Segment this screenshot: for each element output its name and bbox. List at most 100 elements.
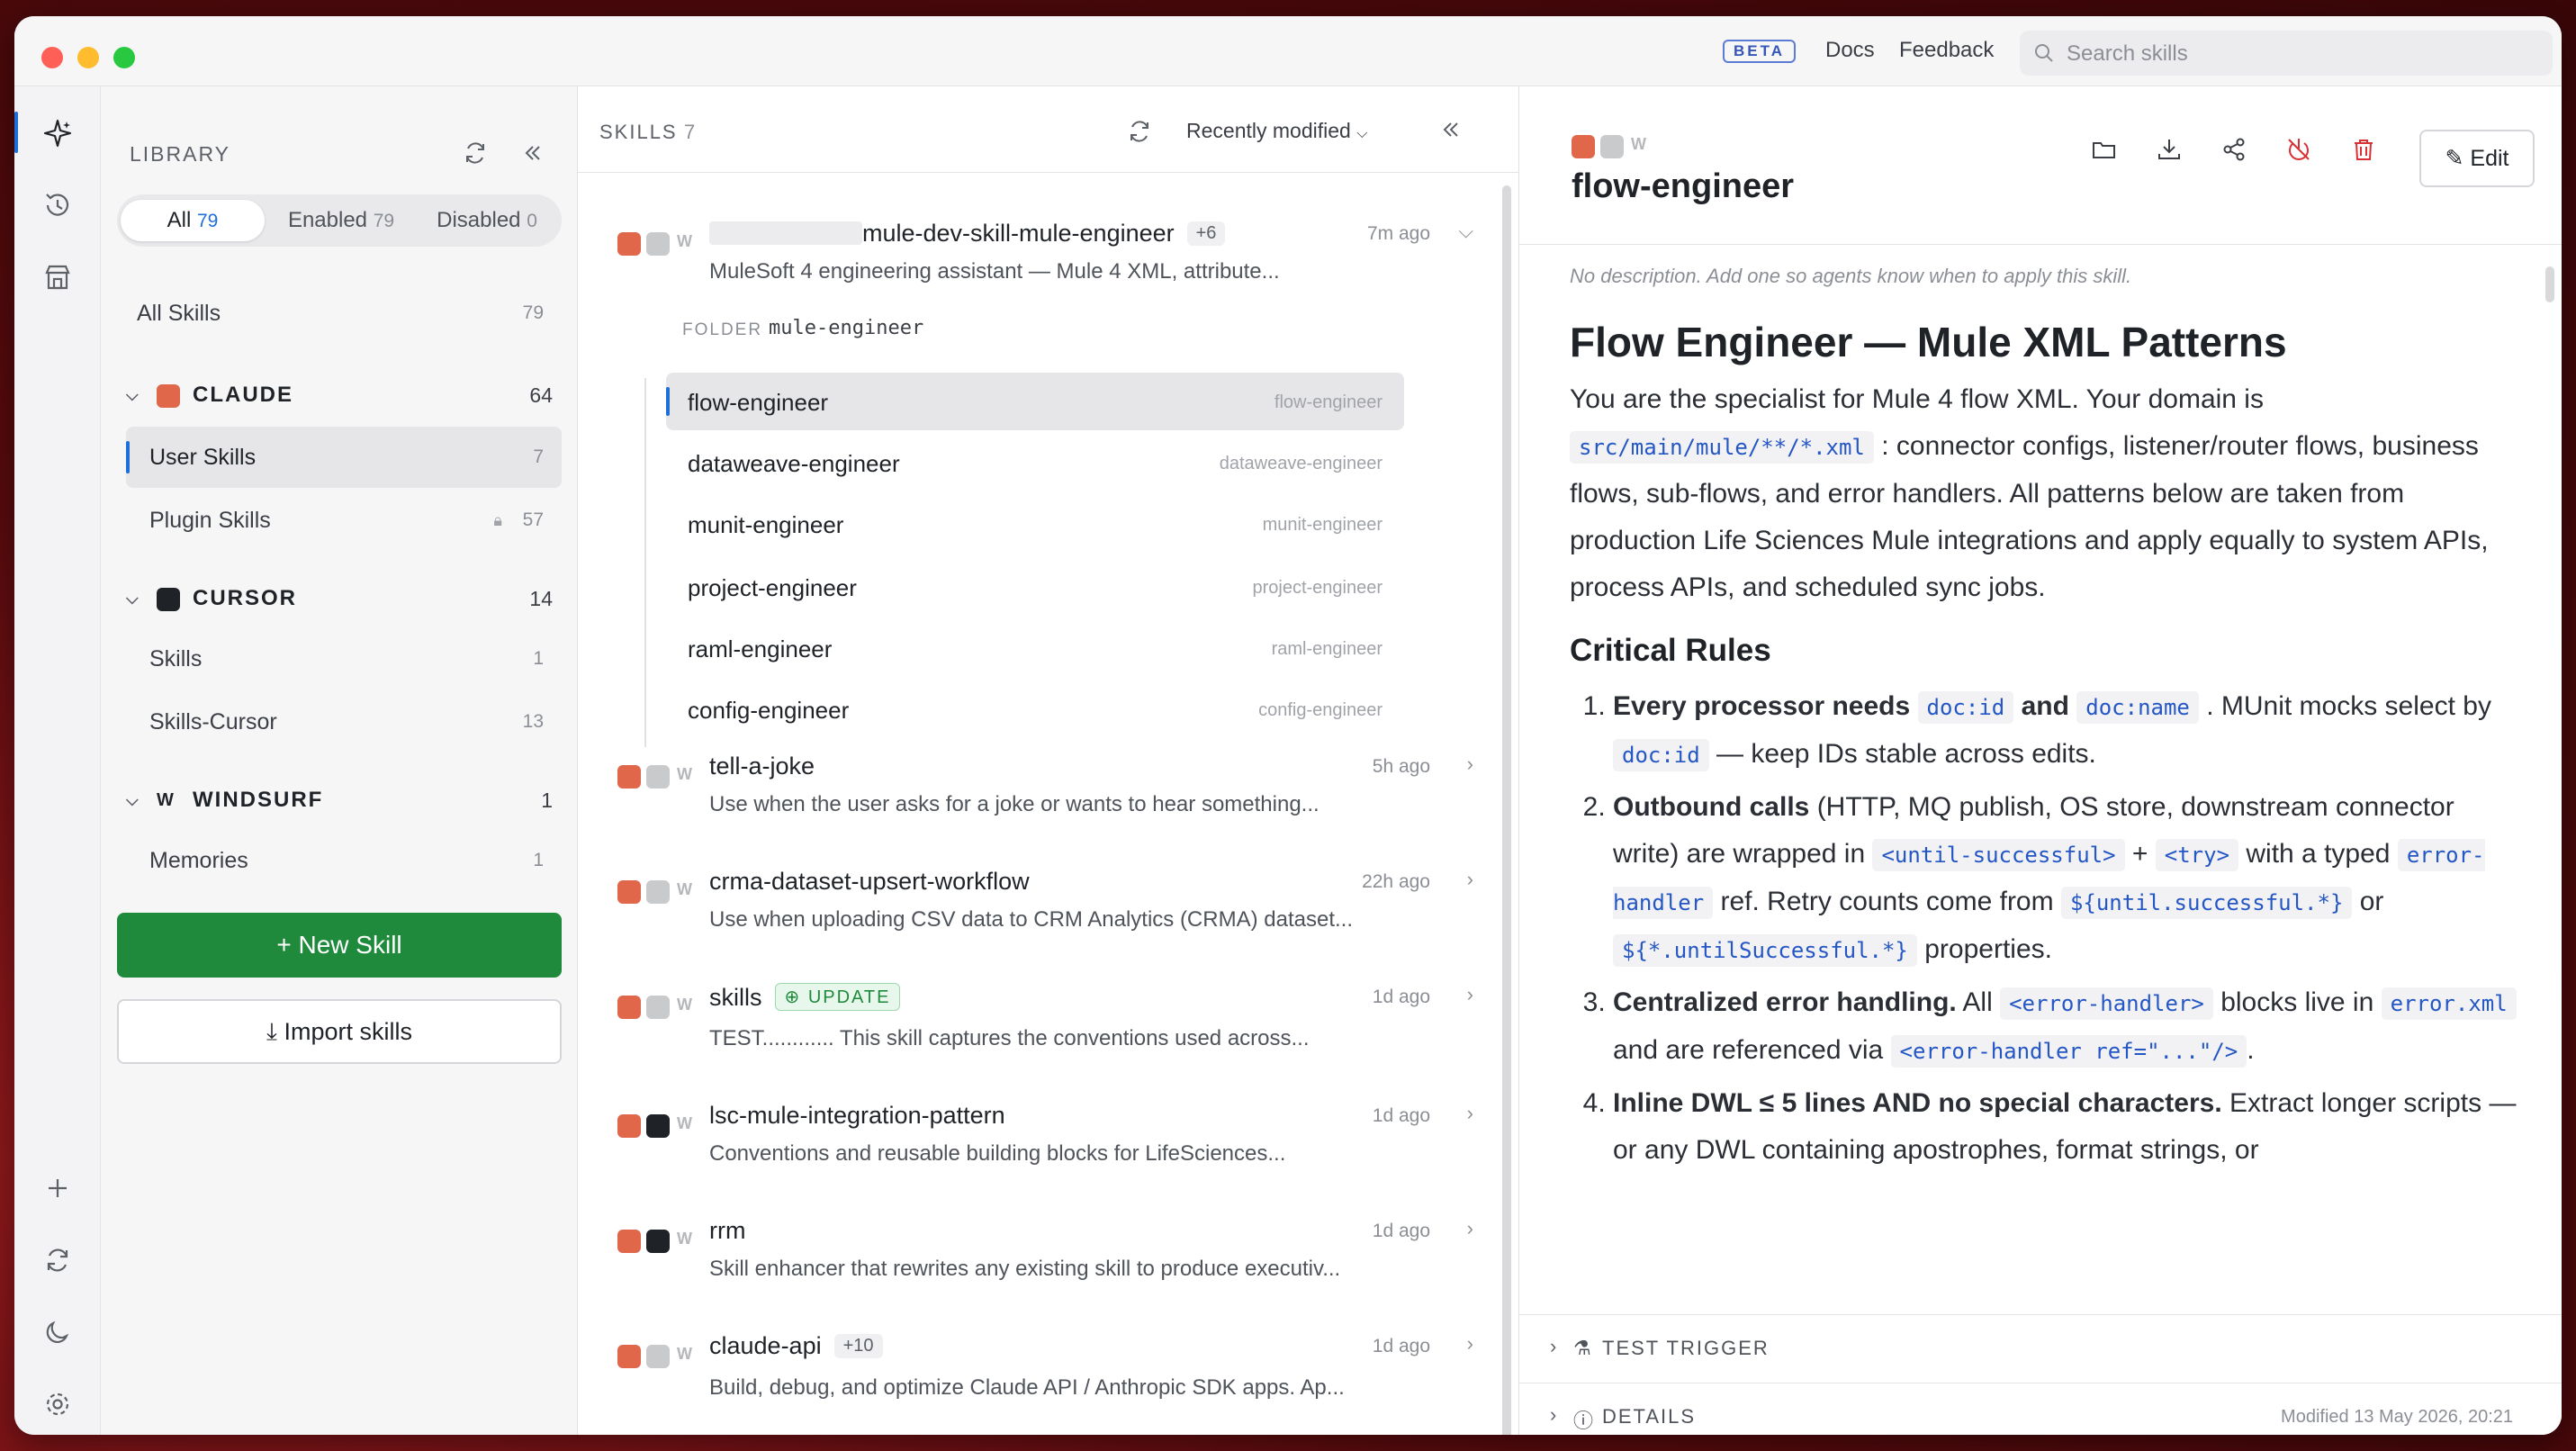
- cursor-icon: [646, 996, 670, 1019]
- store-icon[interactable]: [40, 259, 76, 295]
- test-trigger-section[interactable]: › ⚗ TEST TRIGGER: [1519, 1314, 2562, 1383]
- filter-enabled-tab[interactable]: Enabled 79: [268, 200, 414, 241]
- download-icon: ⤓: [266, 1018, 284, 1045]
- pencil-icon: ✎: [2445, 146, 2471, 171]
- skills-count: 7: [684, 121, 696, 143]
- sidebar-item-user-skills[interactable]: User Skills 7: [126, 427, 562, 488]
- sidebar-item-skills-cursor[interactable]: Skills-Cursor 13: [126, 691, 562, 753]
- skill-item[interactable]: W lsc-mule-integration-pattern 1d ago › …: [617, 1102, 1482, 1192]
- add-icon[interactable]: [40, 1170, 76, 1206]
- skill-title: skills: [709, 984, 762, 1011]
- flask-icon: ⚗: [1573, 1337, 1593, 1359]
- filter-all-tab[interactable]: All 79: [121, 200, 265, 241]
- skills-scrollbar[interactable]: [1502, 185, 1511, 1435]
- open-folder-icon[interactable]: [2086, 131, 2122, 167]
- agent-icons: W: [1572, 131, 1662, 158]
- chevron-right-icon[interactable]: ›: [1467, 983, 1473, 1006]
- modified-timestamp: Modified 13 May 2026, 20:21: [2281, 1407, 2513, 1427]
- history-icon[interactable]: [40, 187, 76, 223]
- sub-skill-config-engineer[interactable]: config-engineer config-engineer: [666, 680, 1404, 738]
- agent-icons: W: [617, 992, 698, 1019]
- minimize-window-button[interactable]: [77, 47, 99, 68]
- edit-button[interactable]: ✎ Edit: [2419, 130, 2535, 187]
- sub-skill-raml-engineer[interactable]: raml-engineer raml-engineer: [666, 619, 1404, 677]
- sub-skill-dataweave-engineer[interactable]: dataweave-engineer dataweave-engineer: [666, 434, 1404, 491]
- search-icon: [2035, 44, 2053, 62]
- docs-link[interactable]: Docs: [1825, 38, 1875, 63]
- sub-skill-project-engineer[interactable]: project-engineer project-engineer: [666, 558, 1404, 616]
- skill-item[interactable]: W rrm 1d ago › Skill enhancer that rewri…: [617, 1217, 1482, 1307]
- dark-mode-icon[interactable]: [40, 1314, 76, 1350]
- sub-skill-munit-engineer[interactable]: munit-engineer munit-engineer: [666, 495, 1404, 553]
- windsurf-icon: W: [677, 1345, 692, 1363]
- windsurf-logo-icon: W: [157, 790, 174, 810]
- download-icon[interactable]: [2151, 131, 2187, 167]
- agent-icons: W: [617, 1111, 698, 1138]
- claude-icon: [617, 765, 641, 789]
- disable-icon[interactable]: [2281, 131, 2317, 167]
- content-heading-2: Critical Rules: [1570, 633, 1771, 668]
- sidebar-item-plugin-skills[interactable]: Plugin Skills 🔒︎ 57: [126, 490, 562, 551]
- refresh-icon[interactable]: [40, 1242, 76, 1278]
- skill-item[interactable]: W tell-a-joke 5h ago › Use when the user…: [617, 753, 1482, 843]
- zoom-window-button[interactable]: [113, 47, 135, 68]
- chevron-down-icon[interactable]: ⌵: [1458, 220, 1473, 243]
- skill-time: 22h ago: [1362, 871, 1430, 892]
- sidebar-item-memories[interactable]: Memories 1: [126, 830, 562, 891]
- sidebar-item-skills[interactable]: Skills 1: [126, 628, 562, 689]
- collapse-list-icon[interactable]: [1440, 119, 1462, 145]
- group-claude[interactable]: ⌵ CLAUDE 64: [126, 373, 562, 418]
- skill-item[interactable]: W claude-api +10 1d ago › Build, debug, a…: [617, 1332, 1482, 1422]
- settings-gear-icon[interactable]: [40, 1386, 76, 1422]
- skill-tag: +10: [833, 1334, 883, 1358]
- chevron-right-icon[interactable]: ›: [1467, 753, 1473, 776]
- skills-sparkle-icon[interactable]: [40, 115, 76, 151]
- skill-item-mule-dev[interactable]: W mule-dev-skill-mule-engineer +6 7m ago …: [617, 220, 1482, 319]
- markdown-content: No description. Add one so agents know w…: [1570, 263, 2524, 1179]
- library-refresh-icon[interactable]: [463, 140, 488, 170]
- claude-icon: [617, 996, 641, 1019]
- chevron-down-icon: ⌵: [126, 386, 140, 404]
- skill-desc: Use when uploading CSV data to CRM Analy…: [709, 907, 1353, 932]
- skill-item[interactable]: W skills ⊕ UPDATE 1d ago › TEST..........…: [617, 983, 1482, 1073]
- new-skill-button[interactable]: + New Skill: [117, 913, 562, 978]
- cursor-icon: [646, 1345, 670, 1368]
- filter-disabled-tab[interactable]: Disabled 0: [416, 200, 558, 241]
- collapse-library-icon[interactable]: [522, 142, 544, 168]
- chevron-right-icon[interactable]: ›: [1467, 1217, 1473, 1240]
- detail-scrollbar[interactable]: [2545, 266, 2554, 302]
- share-icon[interactable]: [2216, 131, 2252, 167]
- sort-dropdown[interactable]: Recently modified ⌵: [1186, 119, 1367, 143]
- feedback-link[interactable]: Feedback: [1899, 38, 1994, 63]
- group-windsurf[interactable]: ⌵ W WINDSURF 1: [126, 778, 562, 823]
- claude-icon: [617, 880, 641, 904]
- chevron-right-icon[interactable]: ›: [1467, 868, 1473, 891]
- skill-item[interactable]: W crma-dataset-upsert-workflow 22h ago ›…: [617, 868, 1482, 958]
- close-window-button[interactable]: [41, 47, 63, 68]
- skills-heading: SKILLS: [599, 121, 678, 143]
- windsurf-icon: W: [677, 232, 692, 250]
- skill-title: lsc-mule-integration-pattern: [709, 1102, 1005, 1129]
- cursor-icon: [646, 1230, 670, 1253]
- all-skills-item[interactable]: All Skills 79: [126, 283, 562, 344]
- titlebar: BETA Docs Feedback Search skills: [14, 16, 2562, 86]
- search-input[interactable]: Search skills: [2020, 31, 2553, 76]
- sub-skill-flow-engineer[interactable]: flow-engineer flow-engineer: [666, 373, 1404, 430]
- import-skills-button[interactable]: ⤓ Import skills: [117, 999, 562, 1064]
- chevron-down-icon: ⌵: [126, 590, 140, 608]
- chevron-down-icon: ⌵: [1356, 126, 1368, 141]
- info-icon: ⓘ: [1573, 1410, 1596, 1432]
- chevron-right-icon[interactable]: ›: [1467, 1102, 1473, 1125]
- details-section[interactable]: › ⓘ DETAILS Modified 13 May 2026, 20:21: [1519, 1383, 2562, 1435]
- search-placeholder: Search skills: [2067, 41, 2188, 66]
- windsurf-icon: W: [1631, 135, 1646, 153]
- trash-icon[interactable]: [2346, 131, 2382, 167]
- group-cursor[interactable]: ⌵ CURSOR 14: [126, 576, 562, 621]
- chevron-right-icon[interactable]: ›: [1467, 1332, 1473, 1356]
- chevron-right-icon: ›: [1550, 1403, 1557, 1426]
- test-trigger-label: TEST TRIGGER: [1602, 1337, 1770, 1359]
- skills-header: SKILLS 7 Recently modified ⌵: [578, 86, 1518, 173]
- sync-icon[interactable]: [1127, 119, 1152, 149]
- skill-desc: Conventions and reusable building blocks…: [709, 1141, 1286, 1166]
- claude-icon: [617, 232, 641, 256]
